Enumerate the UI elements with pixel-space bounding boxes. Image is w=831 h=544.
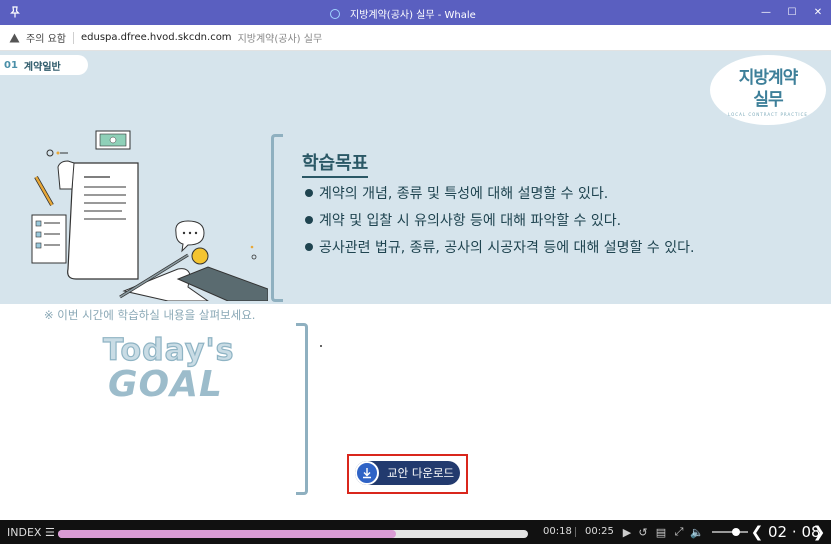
- warning-icon: [9, 33, 20, 42]
- page-divider: ·: [791, 523, 797, 541]
- security-warning[interactable]: 주의 요함: [26, 30, 66, 45]
- chapter-name: 계약일반: [23, 61, 61, 73]
- script-icon[interactable]: ▤: [654, 524, 668, 540]
- menu-icon: ☰: [44, 526, 55, 539]
- volume-slider[interactable]: [712, 528, 748, 536]
- pin-icon[interactable]: [8, 5, 22, 19]
- next-page-icon[interactable]: ❯: [812, 523, 826, 541]
- replay-icon[interactable]: ↺: [636, 524, 650, 540]
- player-bar: INDEX ☰ 00:18 00:25 ▶ ↺ ▤ ⤢ 🔈 ❮ 02 · 08 …: [0, 520, 831, 544]
- bullet-icon: [305, 243, 313, 251]
- goals-bracket: [271, 134, 283, 302]
- total-time: 00:25: [585, 526, 614, 537]
- title-bar: 지방계약(공사) 실무 - Whale — ☐ ✕: [0, 0, 831, 25]
- prev-page-icon[interactable]: ❮: [750, 523, 764, 541]
- course-content: 01 계약일반 지방계약 실무 LOCAL CONTRACT PRACTICE: [0, 51, 831, 520]
- chapter-tab: 01 계약일반: [0, 55, 88, 75]
- url-text[interactable]: eduspa.dfree.hvod.skcdn.com: [81, 32, 232, 43]
- goal-text: 공사관련 법규, 종류, 공사의 시공자격 등에 대해 설명할 수 있다.: [319, 240, 695, 256]
- course-logo: 지방계약 실무 LOCAL CONTRACT PRACTICE: [710, 55, 826, 125]
- time-separator: [575, 527, 576, 537]
- minimize-icon[interactable]: —: [753, 0, 779, 25]
- volume-knob[interactable]: [732, 528, 740, 536]
- download-button[interactable]: 교안 다운로드: [355, 461, 460, 485]
- goals-title: 학습목표: [302, 149, 369, 178]
- goal-item: 공사관련 법규, 종류, 공사의 시공자격 등에 대해 설명할 수 있다.: [305, 237, 694, 257]
- current-page: 02: [768, 523, 788, 541]
- goal-item: 계약 및 입찰 시 유의사항 등에 대해 파악할 수 있다.: [305, 210, 621, 230]
- whale-icon: [330, 8, 340, 19]
- contract-illustration: [31, 130, 268, 301]
- goal-heading: GOAL: [108, 364, 223, 405]
- logo-tagline: LOCAL CONTRACT PRACTICE: [728, 112, 808, 117]
- bullet-icon: [305, 189, 313, 197]
- download-icon: [355, 461, 379, 485]
- address-page-title: 지방계약(공사) 실무: [237, 34, 323, 45]
- fullscreen-icon[interactable]: ⤢: [672, 524, 686, 540]
- progress-bar[interactable]: [58, 530, 528, 538]
- window-controls: — ☐ ✕: [753, 0, 831, 25]
- download-label: 교안 다운로드: [387, 466, 455, 480]
- goal-text: 계약의 개념, 종류 및 특성에 대해 설명할 수 있다.: [319, 186, 609, 202]
- hint-text: ※ 이번 시간에 학습하실 내용을 살펴보세요.: [44, 308, 256, 322]
- address-separator: [72, 31, 74, 44]
- index-label: INDEX: [7, 526, 42, 539]
- maximize-icon[interactable]: ☐: [779, 0, 805, 25]
- bullet-icon: [305, 216, 313, 224]
- progress-fill: [58, 530, 397, 538]
- today-heading: Today's: [102, 332, 235, 368]
- stray-dot: [320, 345, 322, 347]
- address-bar: 주의 요함 eduspa.dfree.hvod.skcdn.com 지방계약(공…: [0, 25, 831, 51]
- goal-item: 계약의 개념, 종류 및 특성에 대해 설명할 수 있다.: [305, 183, 608, 203]
- current-time: 00:18: [543, 526, 572, 537]
- goal-text: 계약 및 입찰 시 유의사항 등에 대해 파악할 수 있다.: [319, 213, 622, 229]
- today-bracket: [296, 323, 308, 495]
- index-button[interactable]: INDEX ☰: [7, 526, 55, 539]
- logo-line2: 실무: [753, 90, 783, 110]
- volume-icon[interactable]: 🔈: [690, 524, 704, 540]
- window-title-text: 지방계약(공사) 실무 - Whale: [350, 10, 476, 21]
- play-icon[interactable]: ▶: [620, 524, 634, 540]
- chapter-number: 01: [4, 59, 18, 71]
- window-title: 지방계약(공사) 실무 - Whale: [330, 6, 476, 21]
- close-icon[interactable]: ✕: [805, 0, 831, 25]
